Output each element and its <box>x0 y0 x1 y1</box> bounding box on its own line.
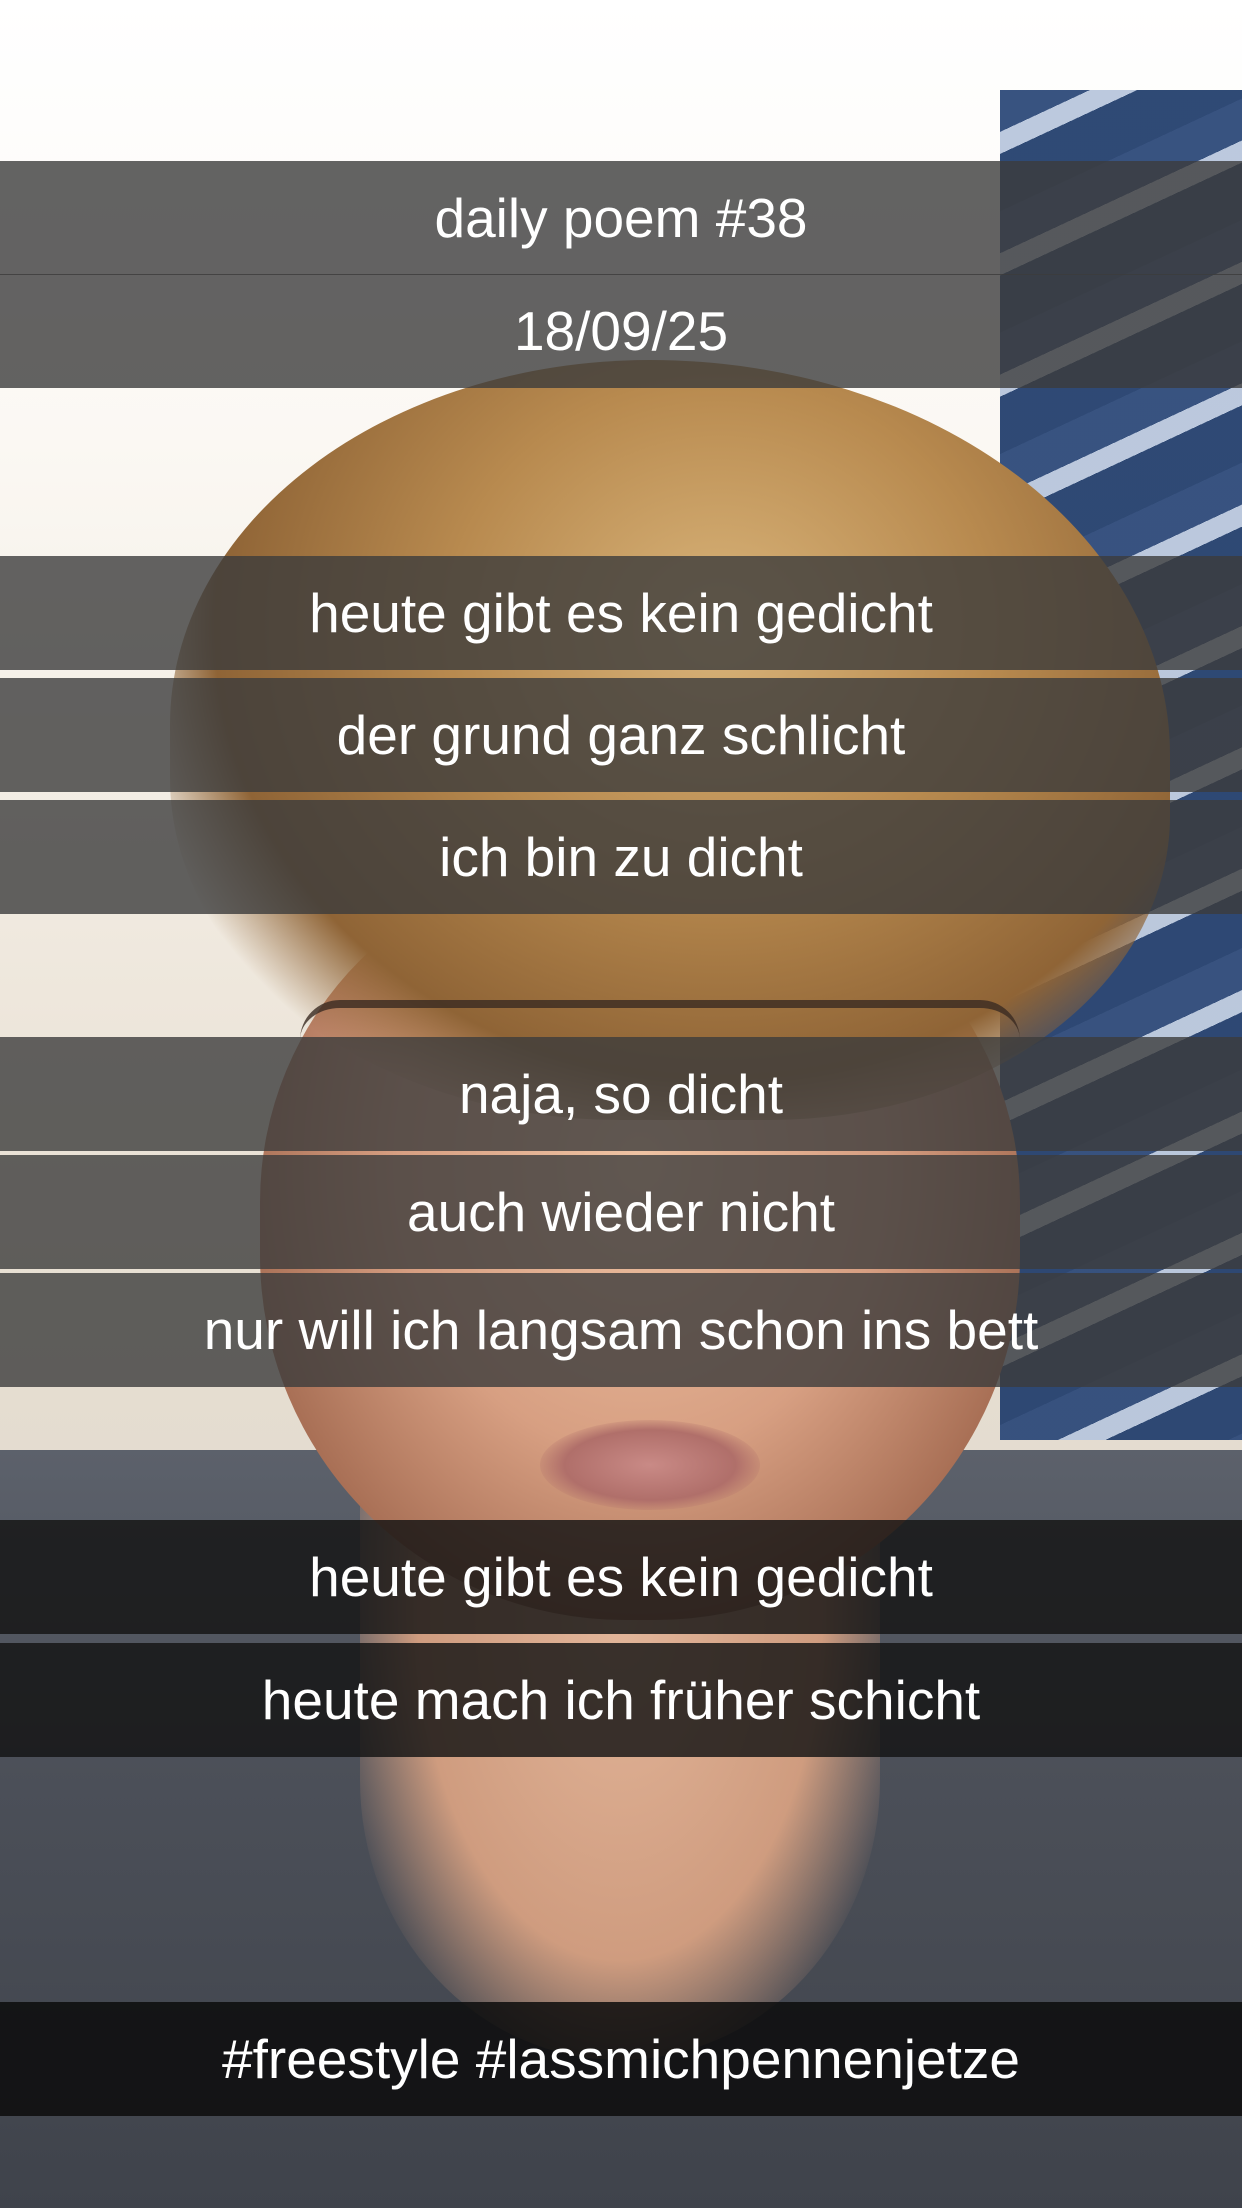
poem-date: 18/09/25 <box>0 274 1242 388</box>
poem-title: daily poem #38 <box>0 161 1242 275</box>
photo-lips <box>540 1420 760 1510</box>
stanza-1-line-1: heute gibt es kein gedicht <box>0 556 1242 670</box>
stanza-2-line-3: nur will ich langsam schon ins bett <box>0 1273 1242 1387</box>
hashtags: #freestyle #lassmichpennenjetze <box>0 2002 1242 2116</box>
stanza-3-line-2: heute mach ich früher schicht <box>0 1643 1242 1757</box>
stanza-3-line-1: heute gibt es kein gedicht <box>0 1520 1242 1634</box>
stanza-1-line-3: ich bin zu dicht <box>0 800 1242 914</box>
stanza-1-line-2: der grund ganz schlicht <box>0 678 1242 792</box>
stanza-2-line-1: naja, so dicht <box>0 1037 1242 1151</box>
stanza-2-line-2: auch wieder nicht <box>0 1155 1242 1269</box>
